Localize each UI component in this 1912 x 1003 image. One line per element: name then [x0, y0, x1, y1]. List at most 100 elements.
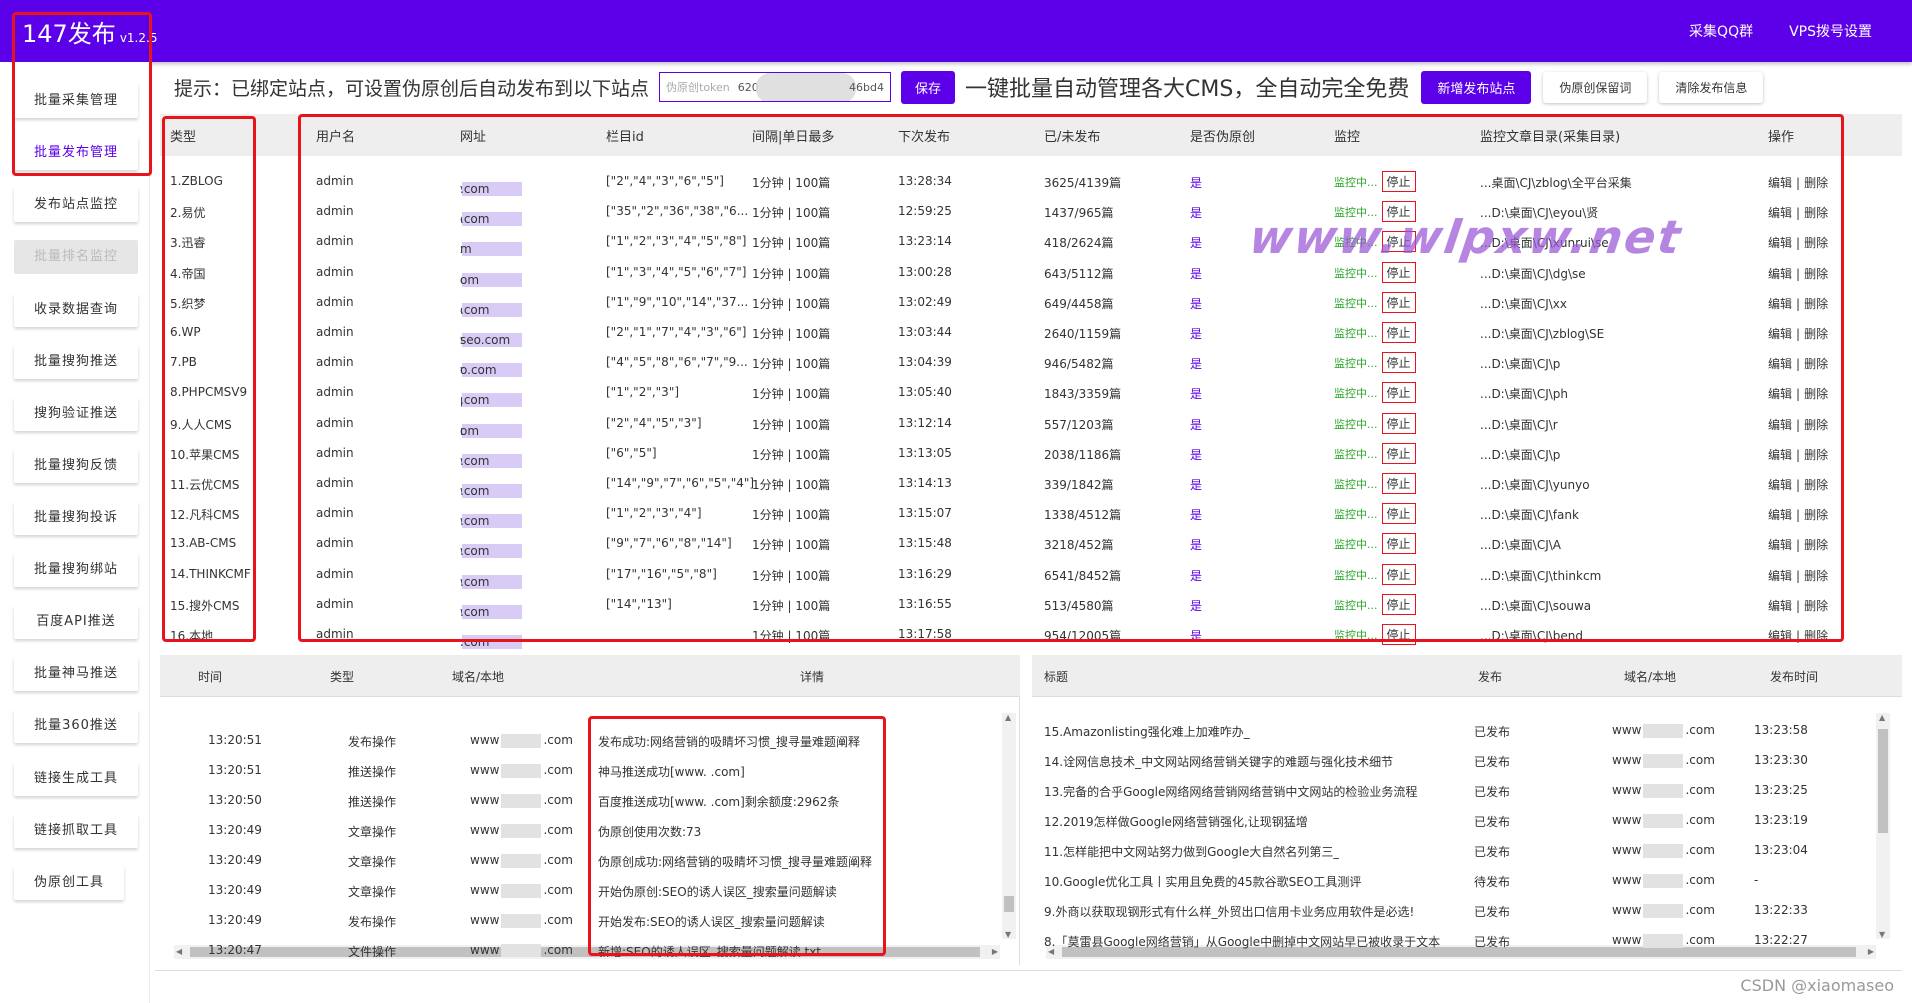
edit-button[interactable]: 编辑 — [1768, 569, 1792, 583]
edit-button[interactable]: 编辑 — [1768, 418, 1792, 432]
qq-group-button[interactable]: 采集QQ群 — [1671, 11, 1771, 51]
table-row: 16.本地admin...com1分钟 | 100篇13:17:58954/12… — [160, 619, 1902, 649]
delete-button[interactable]: 删除 — [1804, 357, 1828, 371]
stop-monitor-button[interactable]: 停止 — [1381, 261, 1416, 283]
sidebar-item[interactable]: 收录数据查询 — [14, 293, 138, 327]
separator: | — [1796, 327, 1801, 341]
stop-monitor-button[interactable]: 停止 — [1381, 473, 1416, 494]
scroll-up-icon[interactable]: ▲ — [1005, 713, 1011, 722]
edit-button[interactable]: 编辑 — [1768, 629, 1792, 643]
log-detail: 神马推送成功[www. .com] — [598, 765, 745, 779]
interval-limit: 1分钟 | 100篇 — [752, 296, 831, 311]
sidebar-item[interactable]: 批量360推送 — [14, 709, 138, 743]
token-label: 伪原创token — [666, 81, 730, 94]
save-token-button[interactable]: 保存 — [901, 70, 956, 104]
username: admin — [316, 627, 354, 641]
sidebar-item[interactable]: 批量神马推送 — [14, 657, 138, 691]
sidebar-item[interactable]: 伪原创工具 — [14, 866, 124, 900]
edit-button[interactable]: 编辑 — [1768, 387, 1792, 401]
edit-button[interactable]: 编辑 — [1768, 297, 1792, 311]
username: admin — [316, 385, 354, 400]
stop-monitor-button[interactable]: 停止 — [1381, 412, 1416, 434]
url-suffix: o.com — [460, 363, 497, 378]
stop-monitor-button[interactable]: 停止 — [1381, 503, 1416, 525]
delete-button[interactable]: 删除 — [1804, 418, 1828, 432]
category-ids: ["6","5"] — [606, 445, 657, 460]
edit-button[interactable]: 编辑 — [1768, 357, 1792, 371]
edit-button[interactable]: 编辑 — [1768, 206, 1792, 220]
delete-button[interactable]: 删除 — [1804, 478, 1828, 492]
edit-button[interactable]: 编辑 — [1768, 508, 1792, 522]
stop-monitor-button[interactable]: 停止 — [1381, 624, 1416, 645]
clear-publish-info-button[interactable]: 清除发布信息 — [1659, 71, 1764, 103]
edit-button[interactable]: 编辑 — [1768, 176, 1792, 190]
delete-button[interactable]: 删除 — [1804, 508, 1828, 522]
stop-monitor-button[interactable]: 停止 — [1381, 442, 1416, 464]
cms-type: 15.搜外CMS — [170, 598, 240, 613]
domain-suffix: .com — [543, 793, 573, 807]
delete-button[interactable]: 删除 — [1804, 629, 1828, 643]
sidebar-item[interactable]: 搜狗验证推送 — [14, 397, 138, 431]
edit-button[interactable]: 编辑 — [1768, 236, 1792, 250]
sidebar-item[interactable]: 批量采集管理 — [14, 84, 138, 118]
edit-button[interactable]: 编辑 — [1768, 327, 1792, 341]
published-table-header: 标题 发布 域名/本地 发布时间 — [1032, 655, 1902, 697]
delete-button[interactable]: 删除 — [1804, 236, 1828, 250]
vps-dial-settings-button[interactable]: VPS拨号设置 — [1771, 11, 1890, 51]
stop-monitor-button[interactable]: 停止 — [1381, 563, 1416, 585]
domain-suffix: .com — [543, 943, 573, 957]
edit-button[interactable]: 编辑 — [1768, 538, 1792, 552]
delete-button[interactable]: 删除 — [1804, 538, 1828, 552]
sidebar-item[interactable]: 批量搜狗投诉 — [14, 501, 138, 535]
stop-monitor-button[interactable]: 停止 — [1381, 533, 1416, 555]
sidebar-item[interactable]: 批量搜狗推送 — [14, 345, 138, 379]
sidebar-item[interactable]: 链接生成工具 — [14, 762, 138, 796]
row-actions: 编辑 | 删除 — [1768, 476, 1828, 493]
cms-type: 4.帝国 — [170, 266, 206, 281]
app-title: 147发布 — [22, 20, 116, 48]
sidebar-item[interactable]: 批量搜狗绑站 — [14, 553, 138, 587]
delete-button[interactable]: 删除 — [1804, 176, 1828, 190]
edit-button[interactable]: 编辑 — [1768, 448, 1792, 462]
interval-limit: 1分钟 | 100篇 — [752, 508, 831, 523]
stop-monitor-button[interactable]: 停止 — [1381, 593, 1416, 615]
stop-monitor-button[interactable]: 停止 — [1381, 171, 1416, 192]
sidebar-item[interactable]: 批量搜狗反馈 — [14, 449, 138, 483]
delete-button[interactable]: 删除 — [1804, 599, 1828, 613]
interval-limit: 1分钟 | 100篇 — [752, 598, 831, 613]
edit-button[interactable]: 编辑 — [1768, 478, 1792, 492]
pseudo-original-flag: 是 — [1190, 508, 1203, 523]
separator: | — [1796, 447, 1801, 462]
row-actions: 编辑 | 删除 — [1768, 295, 1828, 312]
token-input[interactable]: 伪原创token 620 46bd4 — [659, 72, 892, 102]
edit-button[interactable]: 编辑 — [1768, 599, 1792, 613]
delete-button[interactable]: 删除 — [1804, 448, 1828, 462]
log-row: 13:20:47 文件操作 www .com 新增:SEO的诱人误区_搜索量问题解读.t… — [160, 935, 1020, 957]
delete-button[interactable]: 删除 — [1804, 267, 1828, 281]
sidebar-item[interactable]: 批量发布管理 — [14, 136, 138, 170]
delete-button[interactable]: 删除 — [1804, 327, 1828, 341]
delete-button[interactable]: 删除 — [1804, 206, 1828, 220]
stop-monitor-button[interactable]: 停止 — [1381, 352, 1416, 374]
add-site-button[interactable]: 新增发布站点 — [1421, 70, 1532, 104]
published-row: 10.Google优化工具丨实用且免费的45款谷歌SEO工具测评 待发布 www .c… — [1032, 865, 1902, 895]
stop-monitor-button[interactable]: 停止 — [1381, 322, 1416, 343]
domain-prefix: www — [470, 883, 500, 897]
table-row: 10.苹果CMSadminw.com["6","5"]1分钟 | 100篇13:… — [160, 438, 1902, 468]
log-row: 13:20:51 发布操作 www .com 发布成功:网络营销的吸睛坏习惯_搜寻量难题… — [160, 725, 1020, 755]
monitor-directory: ...桌面\CJ\zblog\全平台采集 — [1480, 176, 1632, 190]
edit-button[interactable]: 编辑 — [1768, 267, 1792, 281]
publish-time: 13:22:27 — [1754, 933, 1808, 947]
row-actions: 编辑 | 删除 — [1768, 355, 1828, 372]
sidebar-item[interactable]: 链接抓取工具 — [14, 814, 138, 848]
stop-monitor-button[interactable]: 停止 — [1381, 382, 1416, 404]
delete-button[interactable]: 删除 — [1804, 387, 1828, 401]
delete-button[interactable]: 删除 — [1804, 297, 1828, 311]
delete-button[interactable]: 删除 — [1804, 569, 1828, 583]
domain-prefix: www — [1612, 843, 1642, 857]
sidebar-item[interactable]: 发布站点监控 — [14, 188, 138, 222]
pseudo-original-flag: 是 — [1190, 296, 1203, 311]
keep-words-button[interactable]: 伪原创保留词 — [1543, 71, 1648, 103]
stop-monitor-button[interactable]: 停止 — [1381, 291, 1416, 313]
sidebar-item[interactable]: 百度API推送 — [14, 605, 138, 639]
